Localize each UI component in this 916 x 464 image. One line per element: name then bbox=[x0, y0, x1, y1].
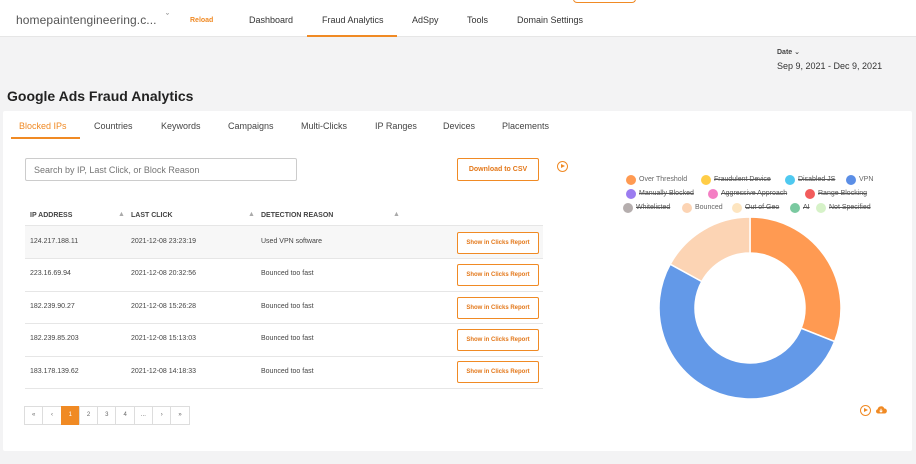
date-range-value[interactable]: Sep 9, 2021 - Dec 9, 2021 bbox=[777, 61, 882, 71]
pagination-prev[interactable]: ‹ bbox=[42, 406, 62, 425]
tab-keywords[interactable]: Keywords bbox=[161, 121, 201, 139]
show-in-clicks-report-button[interactable]: Show in Clicks Report bbox=[457, 329, 539, 351]
play-tutorial-icon[interactable] bbox=[557, 161, 568, 172]
pagination: « ‹ 1 2 3 4 ... › » bbox=[24, 406, 190, 425]
nav-tab-dashboard[interactable]: Dashboard bbox=[249, 15, 293, 37]
legend-swatch bbox=[701, 175, 711, 185]
legend-swatch bbox=[732, 203, 742, 213]
show-in-clicks-report-button[interactable]: Show in Clicks Report bbox=[457, 297, 539, 319]
tab-multi-clicks[interactable]: Multi-Clicks bbox=[301, 121, 347, 139]
play-tutorial-icon[interactable] bbox=[860, 405, 871, 416]
search-input[interactable] bbox=[25, 158, 297, 181]
legend-swatch bbox=[790, 203, 800, 213]
column-header-last-click[interactable]: LAST CLICK bbox=[131, 212, 173, 219]
legend-swatch bbox=[708, 189, 718, 199]
cell-last-click: 2021-12-08 15:13:03 bbox=[131, 335, 196, 342]
domain-selector[interactable]: homepaintengineering.c... bbox=[16, 13, 157, 27]
sort-icon[interactable]: ▲︎ bbox=[393, 211, 400, 218]
legend-swatch bbox=[626, 189, 636, 199]
top-nav-bar: homepaintengineering.c... ˇ Reload Dashb… bbox=[0, 0, 916, 37]
legend-swatch bbox=[626, 175, 636, 185]
legend-swatch bbox=[816, 203, 826, 213]
cell-last-click: 2021-12-08 20:32:56 bbox=[131, 270, 196, 277]
legend-swatch bbox=[682, 203, 692, 213]
top-button-edge[interactable] bbox=[573, 0, 636, 3]
cell-ip: 124.217.188.11 bbox=[30, 238, 79, 245]
cell-last-click: 2021-12-08 23:23:19 bbox=[131, 238, 196, 245]
cell-reason: Bounced too fast bbox=[261, 335, 314, 342]
pagination-page-1[interactable]: 1 bbox=[60, 406, 80, 425]
cloud-download-icon[interactable] bbox=[875, 405, 887, 414]
cell-reason: Bounced too fast bbox=[261, 270, 314, 277]
column-header-detection-reason[interactable]: DETECTION REASON bbox=[261, 212, 333, 219]
page-title: Google Ads Fraud Analytics bbox=[7, 88, 194, 104]
sort-icon[interactable]: ▲︎ bbox=[248, 211, 255, 218]
pagination-next[interactable]: › bbox=[152, 406, 172, 425]
legend-swatch bbox=[805, 189, 815, 199]
cell-reason: Used VPN software bbox=[261, 238, 323, 245]
pagination-page-3[interactable]: 3 bbox=[97, 406, 117, 425]
nav-tab-fraud-analytics[interactable]: Fraud Analytics bbox=[307, 15, 397, 37]
row-divider bbox=[25, 291, 543, 292]
chevron-down-icon[interactable]: ˇ bbox=[166, 12, 169, 22]
row-divider bbox=[25, 258, 543, 259]
pagination-page-4[interactable]: 4 bbox=[115, 406, 135, 425]
sort-icon[interactable]: ▲︎ bbox=[118, 211, 125, 218]
pagination-last[interactable]: » bbox=[170, 406, 190, 425]
tab-placements[interactable]: Placements bbox=[502, 121, 549, 139]
legend-swatch bbox=[623, 203, 633, 213]
cell-last-click: 2021-12-08 14:18:33 bbox=[131, 368, 196, 375]
download-csv-button[interactable]: Download to CSV bbox=[457, 158, 539, 181]
legend-swatch bbox=[846, 175, 856, 185]
cell-ip: 223.16.69.94 bbox=[30, 270, 71, 277]
tab-countries[interactable]: Countries bbox=[94, 121, 133, 139]
pagination-first[interactable]: « bbox=[24, 406, 44, 425]
row-divider bbox=[25, 323, 543, 324]
row-divider bbox=[25, 356, 543, 357]
cell-reason: Bounced too fast bbox=[261, 368, 314, 375]
show-in-clicks-report-button[interactable]: Show in Clicks Report bbox=[457, 264, 539, 286]
show-in-clicks-report-button[interactable]: Show in Clicks Report bbox=[457, 361, 539, 383]
cell-last-click: 2021-12-08 15:26:28 bbox=[131, 303, 196, 310]
cell-reason: Bounced too fast bbox=[261, 303, 314, 310]
row-divider bbox=[25, 388, 543, 389]
nav-tab-domain-settings[interactable]: Domain Settings bbox=[517, 15, 583, 37]
reload-link[interactable]: Reload bbox=[190, 17, 213, 24]
show-in-clicks-report-button[interactable]: Show in Clicks Report bbox=[457, 232, 539, 254]
date-label[interactable]: Date ⌄ bbox=[777, 48, 800, 56]
tab-campaigns[interactable]: Campaigns bbox=[228, 121, 274, 139]
tab-ip-ranges[interactable]: IP Ranges bbox=[375, 121, 417, 139]
tab-devices[interactable]: Devices bbox=[443, 121, 475, 139]
cell-ip: 182.239.85.203 bbox=[30, 335, 79, 342]
column-header-ip[interactable]: IP ADDRESS bbox=[30, 212, 72, 219]
pagination-ellipsis[interactable]: ... bbox=[133, 406, 154, 425]
cell-ip: 183.178.139.62 bbox=[30, 368, 79, 375]
pagination-page-2[interactable]: 2 bbox=[78, 406, 99, 425]
nav-tab-adspy[interactable]: AdSpy bbox=[412, 15, 439, 37]
cell-ip: 182.239.90.27 bbox=[30, 303, 75, 310]
active-tab-indicator bbox=[11, 137, 80, 139]
legend-swatch bbox=[785, 175, 795, 185]
nav-tab-tools[interactable]: Tools bbox=[467, 15, 488, 37]
